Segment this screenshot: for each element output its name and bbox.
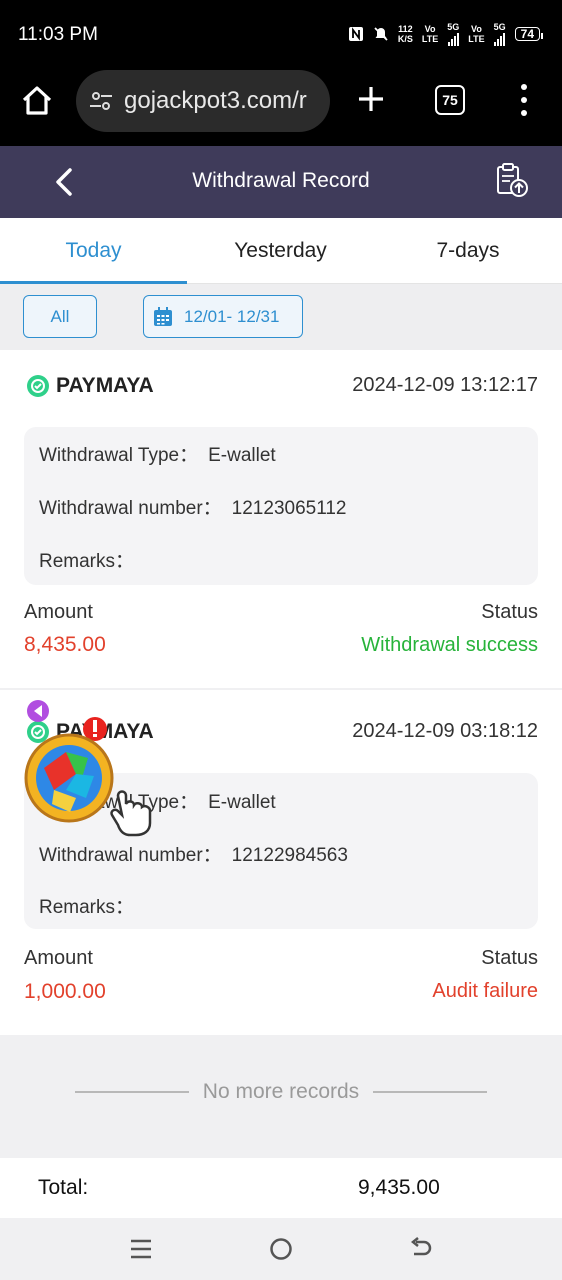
remarks-line: Remarks： — [39, 551, 135, 572]
no-more-records: No more records — [0, 1060, 562, 1124]
total-label: Total: — [38, 1176, 89, 1199]
sim2-signal: 5G — [494, 22, 506, 46]
status-icons: 112 K/S Vo LTE 5G Vo LTE 5G 74 — [348, 22, 544, 46]
app-header: Withdrawal Record — [0, 146, 562, 218]
status-bar: 11:03 PM 112 K/S Vo LTE 5G Vo LTE 5G 74 — [0, 0, 562, 70]
status-label: Status — [481, 947, 538, 969]
clipboard-upload-icon[interactable] — [494, 162, 530, 198]
new-tab-icon[interactable] — [356, 84, 386, 114]
browser-toolbar: gojackpot3.com/r 75 — [0, 70, 562, 146]
filter-all-button[interactable]: All — [23, 295, 97, 338]
filter-row: All 12/01- 12/31 — [0, 284, 562, 350]
provider-name: PAYMAYA — [56, 374, 154, 397]
date-range-button[interactable]: 12/01- 12/31 — [143, 295, 303, 338]
date-tabs: Today Yesterday 7-days — [0, 218, 562, 284]
detail-box: Withdrawal Type：E-wallet Withdrawal numb… — [24, 427, 538, 585]
withdrawal-number-line: Withdrawal number： 12123065112 — [39, 498, 347, 519]
record-datetime: 2024-12-09 03:18:12 — [352, 720, 538, 742]
page-title: Withdrawal Record — [192, 169, 370, 192]
amount-value: 8,435.00 — [24, 633, 106, 656]
tab-7-days[interactable]: 7-days — [374, 218, 562, 284]
recent-apps-icon[interactable] — [128, 1236, 154, 1262]
status-label: Status — [481, 601, 538, 623]
signal-bars-icon — [494, 32, 506, 46]
home-icon[interactable] — [20, 84, 54, 118]
amount-label: Amount — [24, 947, 93, 969]
tab-today[interactable]: Today — [0, 218, 187, 284]
withdrawal-type-line: Withdrawal Type：E-wallet — [39, 445, 276, 466]
nfc-icon — [348, 27, 363, 41]
net-speed: 112 K/S — [397, 24, 413, 44]
date-range-text: 12/01- 12/31 — [184, 306, 280, 326]
sim2-volte: Vo LTE — [468, 24, 485, 44]
total-value: 9,435.00 — [358, 1176, 440, 1199]
divider — [74, 1091, 189, 1093]
hand-pointer-icon — [110, 790, 152, 837]
signal-bars-icon — [447, 32, 459, 46]
sim1-signal: 5G — [447, 22, 459, 46]
record-datetime: 2024-12-09 13:12:17 — [352, 374, 538, 396]
home-circle-icon[interactable] — [268, 1236, 294, 1262]
sim1-volte: Vo LTE — [421, 24, 439, 44]
paymaya-logo-icon — [27, 375, 49, 397]
amount-value: 1,000.00 — [24, 980, 106, 1003]
provider: PAYMAYA — [26, 374, 154, 398]
site-settings-icon[interactable] — [88, 88, 114, 114]
withdrawal-number-line: Withdrawal number： 12122984563 — [39, 845, 348, 866]
address-bar[interactable]: gojackpot3.com/r — [76, 70, 330, 132]
no-more-text: No more records — [202, 1080, 360, 1103]
back-nav-icon[interactable] — [408, 1236, 434, 1262]
remarks-line: Remarks： — [39, 897, 135, 918]
amount-label: Amount — [24, 601, 93, 623]
system-nav-bar — [0, 1218, 562, 1280]
withdrawal-record: PAYMAYA 2024-12-09 13:12:17 Withdrawal T… — [0, 350, 562, 688]
calendar-icon — [154, 306, 172, 326]
more-options-icon[interactable] — [516, 84, 532, 116]
divider — [373, 1091, 488, 1093]
status-time: 11:03 PM — [18, 24, 98, 45]
mute-bell-icon — [374, 27, 388, 41]
battery-icon: 74 — [514, 27, 544, 41]
floating-game-widget[interactable] — [22, 698, 162, 838]
status-value: Audit failure — [432, 980, 538, 1002]
tab-yesterday[interactable]: Yesterday — [187, 218, 374, 284]
status-value: Withdrawal success — [361, 634, 538, 656]
total-bar: Total: 9,435.00 — [0, 1158, 562, 1218]
url-text: gojackpot3.com/r — [124, 87, 307, 114]
tab-switcher-button[interactable]: 75 — [435, 85, 465, 115]
